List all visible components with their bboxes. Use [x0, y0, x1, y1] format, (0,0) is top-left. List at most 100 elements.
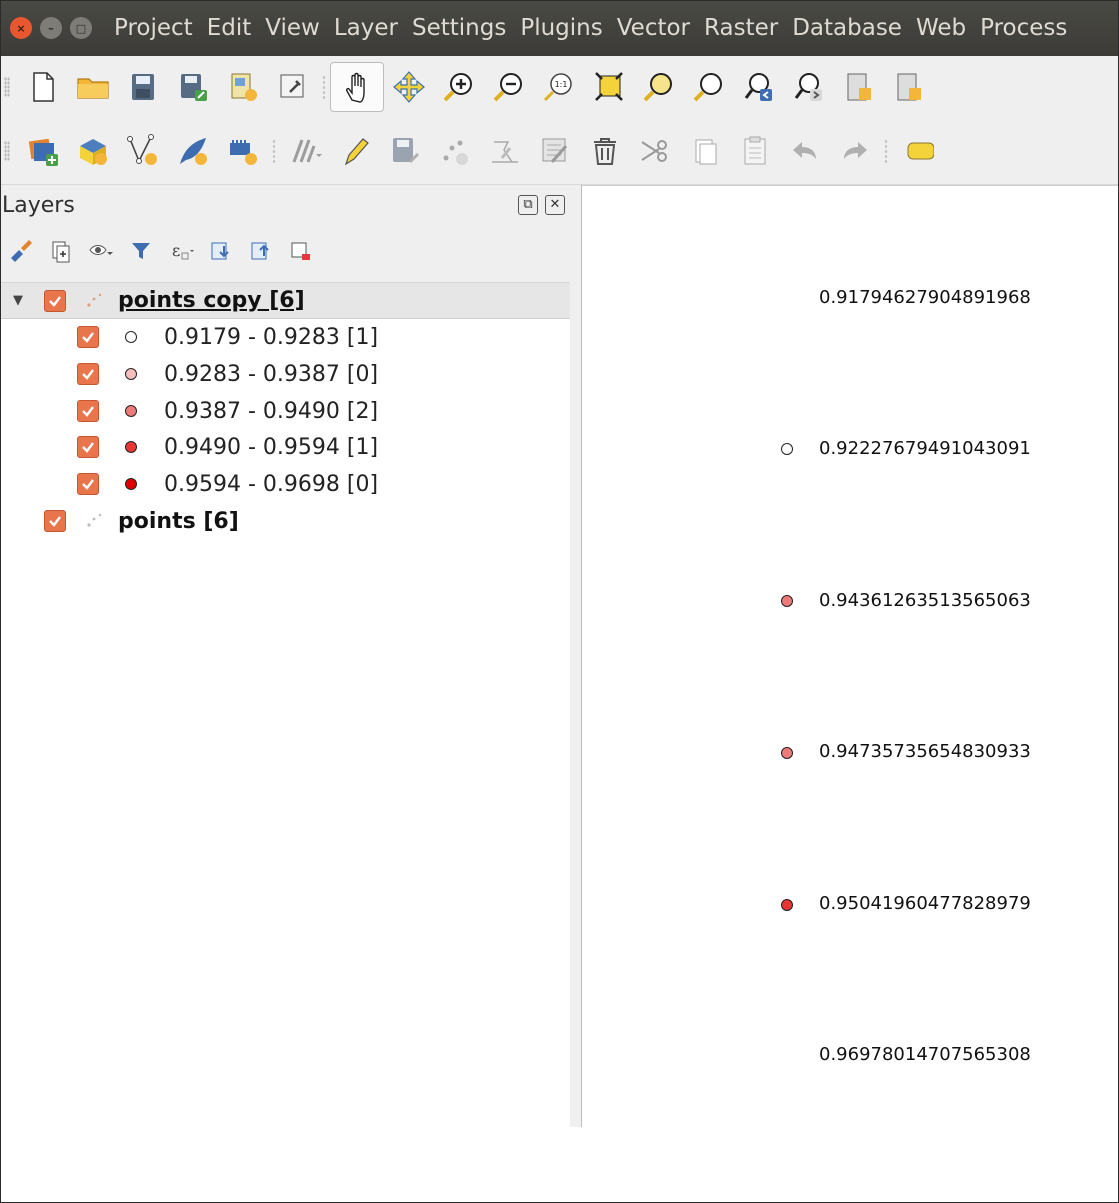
class-visibility-checkbox[interactable] [77, 400, 99, 422]
save-edits-icon [393, 138, 420, 164]
minimize-window-button[interactable]: – [40, 17, 62, 39]
class-visibility-checkbox[interactable] [77, 473, 99, 495]
class-symbol-swatch [125, 368, 137, 380]
filter-legend-button[interactable] [126, 236, 156, 266]
save-as-button[interactable] [168, 62, 218, 112]
toggle-editing-button[interactable] [330, 126, 380, 176]
pan-to-selection-button[interactable] [384, 62, 434, 112]
zoom-out-button[interactable] [484, 62, 534, 112]
class-visibility-checkbox[interactable] [77, 363, 99, 385]
new-geopackage-layer-icon [80, 139, 107, 165]
maximize-window-button[interactable]: □ [70, 17, 92, 39]
class-label: 0.9490 - 0.9594 [1] [164, 434, 379, 460]
zoom-native-icon: 1:1 [543, 73, 572, 102]
collapse-toggle-icon[interactable]: ▼ [13, 293, 23, 308]
vertex-tool-button[interactable] [480, 126, 530, 176]
zoom-full-button[interactable] [584, 62, 634, 112]
layers-panel: Layers ⧉ ✕ ε ▼ points copy [6] 0.9179 - … [0, 185, 570, 1128]
layer-tree: ▼ points copy [6] 0.9179 - 0.9283 [1] 0.… [0, 282, 570, 1128]
class-symbol-swatch [125, 331, 137, 343]
menu-layer[interactable]: Layer [334, 15, 398, 41]
new-geopackage-layer-button[interactable] [68, 126, 118, 176]
toolbar-grip[interactable] [4, 77, 10, 97]
legend-class-row[interactable]: 0.9490 - 0.9594 [1] [0, 429, 570, 465]
legend-class-row[interactable]: 0.9179 - 0.9283 [1] [0, 319, 570, 355]
close-window-button[interactable]: × [10, 17, 32, 39]
layout-manager-icon [280, 74, 304, 98]
toolbar-grip[interactable] [4, 141, 10, 161]
add-group-button[interactable] [46, 236, 76, 266]
legend-class-row[interactable]: 0.9594 - 0.9698 [0] [0, 466, 570, 502]
new-project-icon [33, 72, 54, 102]
layer-visibility-checkbox[interactable] [44, 289, 66, 312]
open-project-button[interactable] [68, 62, 118, 112]
legend-class-row[interactable]: 0.9387 - 0.9490 [2] [0, 393, 570, 429]
new-print-layout-button[interactable] [218, 62, 268, 112]
delete-selected-button[interactable] [580, 126, 630, 176]
new-spatialite-layer-icon [180, 138, 207, 165]
panel-splitter[interactable] [570, 185, 582, 1127]
label-toolbar-button[interactable] [892, 126, 942, 176]
cut-features-button[interactable] [630, 126, 680, 176]
layer-visibility-checkbox[interactable] [44, 510, 66, 532]
filter-legend-icon [132, 243, 150, 259]
collapse-all-button[interactable] [246, 236, 276, 266]
pan-map-icon [346, 72, 365, 103]
copy-features-button[interactable] [680, 126, 730, 176]
zoom-last-button[interactable] [734, 62, 784, 112]
redo-button[interactable] [830, 126, 880, 176]
close-panel-button[interactable]: ✕ [545, 195, 565, 215]
menu-project[interactable]: Project [114, 15, 193, 41]
zoom-native-button[interactable]: 1:1 [534, 62, 584, 112]
toggle-editing-icon [344, 138, 369, 166]
new-bookmark-button[interactable] [834, 62, 884, 112]
menu-plugins[interactable]: Plugins [520, 15, 602, 41]
save-as-icon [181, 74, 207, 101]
menu-settings[interactable]: Settings [412, 15, 506, 41]
class-visibility-checkbox[interactable] [77, 436, 99, 458]
menu-raster[interactable]: Raster [704, 15, 778, 41]
digitize-button[interactable] [430, 126, 480, 176]
map-point-marker [781, 899, 793, 911]
svg-text:1:1: 1:1 [555, 80, 568, 89]
manage-visibility-button[interactable] [86, 236, 116, 266]
new-spatialite-layer-button[interactable] [168, 126, 218, 176]
zoom-next-button[interactable] [784, 62, 834, 112]
layers-panel-title: Layers [2, 193, 75, 218]
new-virtual-layer-button[interactable] [218, 126, 268, 176]
modify-attributes-button[interactable] [530, 126, 580, 176]
class-visibility-checkbox[interactable] [77, 326, 99, 348]
remove-layer-button[interactable] [286, 236, 316, 266]
menu-view[interactable]: View [265, 15, 320, 41]
open-styling-button[interactable] [6, 236, 36, 266]
layout-manager-button[interactable] [268, 62, 318, 112]
paste-features-button[interactable] [730, 126, 780, 176]
float-panel-button[interactable]: ⧉ [518, 195, 538, 215]
zoom-to-layer-button[interactable] [684, 62, 734, 112]
menu-processing[interactable]: Process [980, 15, 1067, 41]
menu-web[interactable]: Web [916, 15, 966, 41]
pan-map-button[interactable] [330, 62, 384, 112]
data-source-manager-button[interactable] [18, 126, 68, 176]
layer-row-points-copy[interactable]: ▼ points copy [6] [0, 283, 570, 319]
checkmark-icon [82, 406, 94, 417]
menu-vector[interactable]: Vector [617, 15, 690, 41]
expand-all-button[interactable] [206, 236, 236, 266]
map-canvas[interactable]: 0.91794627904891968 0.92227679491043091 … [582, 185, 1119, 1127]
show-bookmarks-button[interactable] [884, 62, 934, 112]
save-project-button[interactable] [118, 62, 168, 112]
layer-row-points[interactable]: points [6] [0, 503, 570, 539]
new-project-button[interactable] [18, 62, 68, 112]
menu-edit[interactable]: Edit [207, 15, 252, 41]
layer-name: points [6] [118, 508, 239, 534]
legend-class-row[interactable]: 0.9283 - 0.9387 [0] [0, 356, 570, 392]
layers-panel-toolbar: ε [6, 233, 316, 269]
filter-by-expression-button[interactable]: ε [166, 236, 196, 266]
zoom-to-selection-button[interactable] [634, 62, 684, 112]
zoom-in-button[interactable] [434, 62, 484, 112]
current-edits-button[interactable] [280, 126, 330, 176]
undo-button[interactable] [780, 126, 830, 176]
menu-database[interactable]: Database [792, 15, 902, 41]
new-shapefile-layer-button[interactable] [118, 126, 168, 176]
save-edits-button[interactable] [380, 126, 430, 176]
